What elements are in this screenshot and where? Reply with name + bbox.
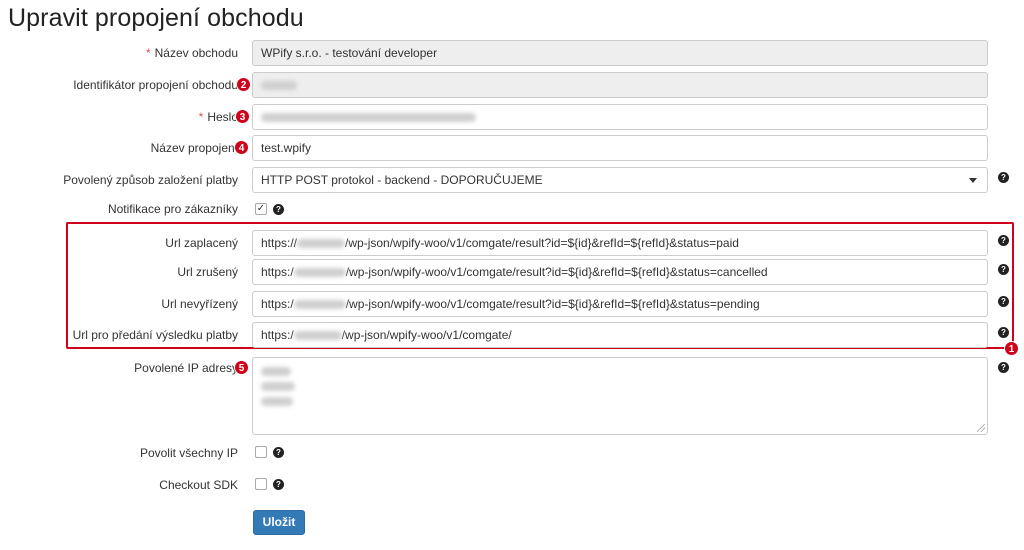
password-label: * Heslo [198,110,238,124]
shop-name-label: * Název obchodu [145,46,238,60]
marker-2: 2 [236,77,251,92]
redacted-domain [293,300,346,310]
connection-name-field[interactable]: test.wpify [252,135,988,161]
redacted-value [261,81,297,91]
redacted-ip [261,367,291,376]
allowed-ips-textarea[interactable] [252,357,988,435]
marker-5: 5 [234,360,249,375]
help-icon[interactable]: ? [998,264,1009,275]
password-row: * Heslo [0,104,1024,130]
help-icon[interactable]: ? [273,204,284,215]
payment-method-row: Povolený způsob založení platby HTTP POS… [0,167,1024,193]
redacted-domain [297,239,346,249]
redacted-ip [261,397,293,406]
help-icon[interactable]: ? [998,362,1009,373]
url-paid-field[interactable]: https:///wp-json/wpify-woo/v1/comgate/re… [252,230,988,256]
help-icon[interactable]: ? [273,479,284,490]
connection-id-field[interactable] [252,72,988,98]
resize-handle-icon[interactable] [977,424,985,432]
marker-4: 4 [234,140,249,155]
connection-name-row: Název propojení test.wpify [0,135,1024,161]
marker-1: 1 [1004,341,1019,356]
allow-all-ip-label: Povolit všechny IP [139,446,238,460]
url-cancelled-field[interactable]: https://wp-json/wpify-woo/v1/comgate/res… [252,259,988,285]
allow-all-ip-checkbox[interactable] [255,446,267,458]
url-pending-label: Url nevyřízený [161,297,238,311]
save-button[interactable]: Uložit [253,510,305,535]
payment-method-select[interactable]: HTTP POST protokol - backend - DOPORUČUJ… [252,167,988,193]
shop-name-row: * Název obchodu WPify s.r.o. - testování … [0,40,1024,66]
redacted-domain [293,331,342,341]
url-result-field[interactable]: https://wp-json/wpify-woo/v1/comgate/ [252,322,988,348]
connection-id-row: Identifikátor propojení obchodu [0,72,1024,98]
customer-notification-label: Notifikace pro zákazníky [107,202,238,216]
customer-notification-row: Notifikace pro zákazníky [0,196,1024,222]
required-mark: * [198,110,204,124]
redacted-ip [261,382,295,391]
password-field[interactable] [252,104,988,130]
checkout-sdk-row: Checkout SDK [0,472,1024,498]
allowed-ips-label: Povolené IP adresy [134,361,238,375]
customer-notification-checkbox[interactable]: ✓ [255,203,267,215]
url-result-label: Url pro předání výsledku platby [72,328,238,342]
connection-id-label: Identifikátor propojení obchodu [73,78,238,92]
url-pending-field[interactable]: https://wp-json/wpify-woo/v1/comgate/res… [252,291,988,317]
help-icon[interactable]: ? [998,235,1009,246]
payment-method-label: Povolený způsob založení platby [63,173,238,187]
checkout-sdk-label: Checkout SDK [159,478,238,492]
url-paid-row: Url zaplacený https:///wp-json/wpify-woo… [0,230,1024,256]
connection-name-label: Název propojení [150,141,238,155]
required-mark: * [145,46,151,60]
help-icon[interactable]: ? [998,172,1009,183]
page-title: Upravit propojení obchodu [8,4,304,32]
checkout-sdk-checkbox[interactable] [255,478,267,490]
url-paid-label: Url zaplacený [165,236,238,250]
url-pending-row: Url nevyřízený https://wp-json/wpify-woo… [0,291,1024,317]
url-cancelled-row: Url zrušený https://wp-json/wpify-woo/v1… [0,259,1024,285]
marker-3: 3 [235,109,250,124]
allow-all-ip-row: Povolit všechny IP [0,440,1024,466]
caret-down-icon [969,178,977,183]
redacted-value [261,113,476,123]
url-cancelled-label: Url zrušený [177,265,238,279]
shop-name-field[interactable]: WPify s.r.o. - testování developer [252,40,988,66]
redacted-domain [293,268,346,278]
help-icon[interactable]: ? [998,296,1009,307]
url-result-row: Url pro předání výsledku platby https://… [0,322,1024,348]
help-icon[interactable]: ? [998,327,1009,338]
help-icon[interactable]: ? [273,447,284,458]
